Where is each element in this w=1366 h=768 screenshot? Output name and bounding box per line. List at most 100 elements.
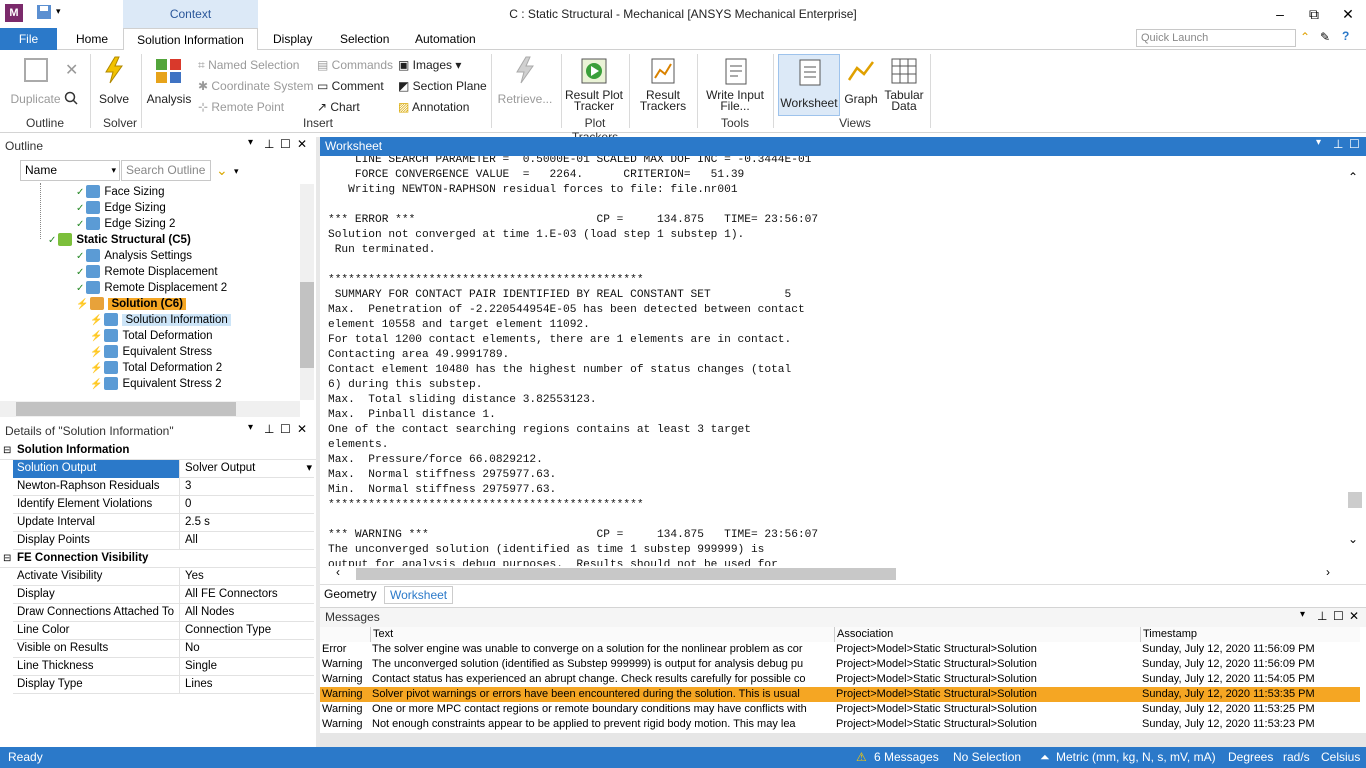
message-row[interactable]: Error The solver engine was unable to con…: [320, 642, 1360, 657]
minimize-button[interactable]: –: [1268, 4, 1292, 24]
tree-item[interactable]: ✓ Static Structural (C5): [48, 232, 191, 248]
message-row[interactable]: Warning Contact status has experienced an…: [320, 672, 1360, 687]
help-icon[interactable]: ?: [1342, 29, 1349, 43]
maximize-panel-icon[interactable]: ☐: [1333, 609, 1344, 623]
maximize-panel-icon[interactable]: ☐: [1349, 137, 1360, 151]
details-row[interactable]: Visible on Results No: [13, 640, 314, 658]
details-row[interactable]: Line Color Connection Type: [13, 622, 314, 640]
comment-button[interactable]: ▭ Comment: [317, 79, 384, 93]
details-row[interactable]: Activate Visibility Yes: [13, 568, 314, 586]
solve-button[interactable]: Solve: [96, 56, 132, 106]
retrieve-button[interactable]: Retrieve...: [496, 56, 554, 106]
property-value[interactable]: All Nodes: [181, 604, 314, 622]
tree-item[interactable]: ⚡ Total Deformation 2: [90, 360, 222, 376]
chart-button[interactable]: ↗ Chart: [317, 100, 360, 114]
status-units[interactable]: Metric (mm, kg, N, s, mV, mA): [1056, 747, 1216, 768]
tree-item[interactable]: ✓ Analysis Settings: [76, 248, 192, 264]
tab-automation[interactable]: Automation: [405, 28, 486, 50]
status-messages[interactable]: 6 Messages: [874, 747, 939, 768]
message-row[interactable]: Warning One or more MPC contact regions o…: [320, 702, 1360, 717]
worksheet-content[interactable]: LINE SEARCH PARAMETER = 0.5000E-01 SCALE…: [320, 156, 1346, 566]
tree-item[interactable]: ✓ Edge Sizing 2: [76, 216, 175, 232]
remote-point-button[interactable]: ⊹ Remote Point: [198, 100, 284, 114]
file-tab[interactable]: File: [0, 28, 57, 50]
collapse-icon[interactable]: ⊟: [3, 442, 11, 459]
coordinate-system-button[interactable]: ✱ Coordinate System: [198, 79, 313, 93]
status-angle[interactable]: Degrees: [1228, 747, 1273, 768]
tree-horizontal-scrollbar[interactable]: [0, 401, 300, 417]
restore-button[interactable]: ⧉: [1302, 4, 1326, 24]
pin-icon[interactable]: ⊥: [1317, 609, 1327, 623]
property-value[interactable]: 2.5 s: [181, 514, 314, 532]
close-panel-icon[interactable]: ✕: [297, 422, 307, 436]
column-header[interactable]: Association: [834, 627, 1138, 642]
tab-solution-information[interactable]: Solution Information: [123, 28, 258, 51]
details-row[interactable]: Identify Element Violations 0: [13, 496, 314, 514]
annotation-button[interactable]: ▨ Annotation: [398, 100, 469, 114]
edit-icon[interactable]: ✎: [1320, 30, 1330, 44]
status-rotation[interactable]: rad/s: [1283, 747, 1310, 768]
panel-menu-icon[interactable]: ▾: [1300, 609, 1305, 620]
result-plot-tracker-button[interactable]: Result Plot Tracker: [564, 56, 624, 112]
message-row[interactable]: Warning Not enough constraints appear to …: [320, 717, 1360, 732]
close-panel-icon[interactable]: ✕: [297, 137, 307, 151]
name-filter-select[interactable]: Name ▾: [20, 160, 120, 181]
tree-vertical-scrollbar[interactable]: [300, 184, 314, 400]
chevron-down-icon[interactable]: ▾: [306, 460, 312, 477]
details-row[interactable]: Line Thickness Single: [13, 658, 314, 676]
details-row[interactable]: Display All FE Connectors: [13, 586, 314, 604]
message-row[interactable]: Warning Solver pivot warnings or errors h…: [320, 687, 1360, 702]
tree-item[interactable]: ⚡ Total Deformation: [90, 328, 213, 344]
tab-display[interactable]: Display: [263, 28, 322, 50]
property-value[interactable]: Lines: [181, 676, 314, 694]
filter-options-icon[interactable]: ⌄: [216, 162, 228, 179]
result-trackers-button[interactable]: Result Trackers: [634, 56, 692, 112]
commands-button[interactable]: ▤ Commands: [317, 58, 393, 72]
details-row[interactable]: Display Points All: [13, 532, 314, 550]
message-row[interactable]: Warning The unconverged solution (identif…: [320, 657, 1360, 672]
search-icon[interactable]: [64, 91, 78, 108]
property-value[interactable]: All: [181, 532, 314, 550]
graph-view-button[interactable]: Graph: [842, 56, 880, 106]
panel-menu-icon[interactable]: ▾: [248, 422, 253, 433]
column-header[interactable]: Timestamp: [1140, 627, 1360, 642]
close-button[interactable]: ✕: [1336, 4, 1360, 24]
details-row[interactable]: Display Type Lines: [13, 676, 314, 694]
status-temperature[interactable]: Celsius: [1321, 747, 1360, 768]
tab-home[interactable]: Home: [66, 28, 118, 50]
tree-item[interactable]: ⚡ Equivalent Stress 2: [90, 376, 222, 392]
maximize-panel-icon[interactable]: ☐: [280, 137, 291, 151]
panel-menu-icon[interactable]: ▾: [248, 137, 253, 148]
property-value[interactable]: All FE Connectors: [181, 586, 314, 604]
section-plane-button[interactable]: ◩ Section Plane: [398, 79, 487, 93]
property-value[interactable]: Yes: [181, 568, 314, 586]
messages-horizontal-scrollbar[interactable]: [320, 733, 1366, 747]
column-header[interactable]: Text: [370, 627, 832, 642]
property-value[interactable]: Connection Type: [181, 622, 314, 640]
details-row[interactable]: Update Interval 2.5 s: [13, 514, 314, 532]
collapse-icon[interactable]: ⊟: [3, 550, 11, 567]
pin-icon[interactable]: ⊥: [264, 137, 274, 151]
section-solution-information[interactable]: ⊟ Solution Information: [0, 442, 316, 460]
details-row[interactable]: Newton-Raphson Residuals 3: [13, 478, 314, 496]
tree-item[interactable]: ⚡ Solution (C6): [76, 296, 186, 312]
filter-dropdown-icon[interactable]: ▾: [234, 166, 239, 177]
tabular-data-button[interactable]: Tabular Data: [882, 56, 926, 112]
details-row[interactable]: Solution Output Solver Output ▾: [13, 460, 314, 478]
tree-item[interactable]: ⚡ Equivalent Stress: [90, 344, 212, 360]
named-selection-button[interactable]: ⌗ Named Selection: [198, 58, 299, 73]
delete-icon[interactable]: ✕: [65, 60, 78, 80]
tree-item[interactable]: ✓ Edge Sizing: [76, 200, 166, 216]
worksheet-vertical-scrollbar[interactable]: ⌃ ⌄: [1346, 156, 1366, 566]
section-fe-connection-visibility[interactable]: ⊟ FE Connection Visibility: [0, 550, 316, 568]
property-value[interactable]: 3: [181, 478, 314, 496]
collapse-ribbon-icon[interactable]: ⌃: [1300, 30, 1310, 44]
pin-icon[interactable]: ⊥: [264, 422, 274, 436]
tree-item[interactable]: ✓ Face Sizing: [76, 184, 164, 200]
images-button[interactable]: ▣ Images ▾: [398, 58, 461, 72]
worksheet-horizontal-scrollbar[interactable]: ‹ ›: [330, 565, 1340, 582]
pin-icon[interactable]: ⊥: [1333, 137, 1343, 151]
worksheet-view-button[interactable]: Worksheet: [778, 54, 840, 116]
property-value[interactable]: Solver Output: [181, 460, 314, 478]
tree-item[interactable]: ✓ Remote Displacement 2: [76, 280, 227, 296]
